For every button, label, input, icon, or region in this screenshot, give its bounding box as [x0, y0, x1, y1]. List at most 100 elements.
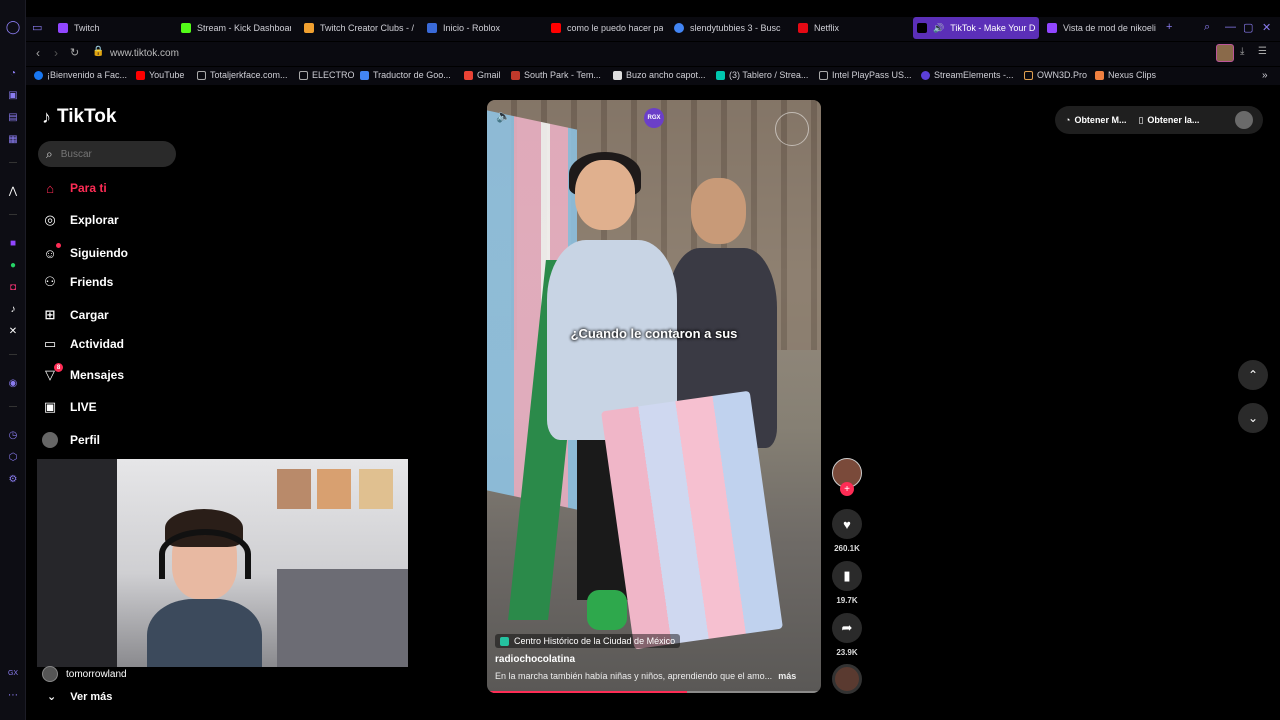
- tab-twitch[interactable]: Twitch: [54, 17, 172, 39]
- bookmark-item[interactable]: Intel PlayPass US...: [819, 70, 912, 80]
- avatar[interactable]: [1235, 111, 1253, 129]
- nav-profile[interactable]: Perfil: [42, 432, 100, 448]
- bookmark-item[interactable]: South Park - Tem...: [511, 70, 601, 80]
- close-icon[interactable]: ✕: [1262, 21, 1271, 34]
- share-button[interactable]: ➦: [832, 613, 862, 643]
- more-link[interactable]: más: [778, 671, 796, 681]
- kick-favicon-icon: [181, 23, 191, 33]
- next-video-button[interactable]: ⌄: [1238, 403, 1268, 433]
- profile-avatar[interactable]: [1216, 44, 1234, 62]
- tab-creator-clubs[interactable]: Twitch Creator Clubs - /: [300, 17, 416, 39]
- bookmark-label: Intel PlayPass US...: [832, 70, 912, 80]
- twitch-sidebar-icon[interactable]: ▤: [6, 110, 20, 124]
- workspaces-icon[interactable]: ▣: [6, 88, 20, 102]
- bookmark-item[interactable]: Totaljerkface.com...: [197, 70, 288, 80]
- tab-roblox[interactable]: Inicio - Roblox: [423, 17, 539, 39]
- page-icon: [819, 70, 828, 80]
- tab-google[interactable]: slendytubbies 3 - Busc: [670, 17, 786, 39]
- bookmark-item[interactable]: Nexus Clips: [1095, 70, 1156, 80]
- twitch-icon[interactable]: ■: [6, 236, 20, 250]
- rgx-badge: RGX: [644, 108, 664, 128]
- see-more-button[interactable]: ⌄ Ver más: [47, 690, 112, 704]
- settings-icon[interactable]: ⚙: [6, 472, 20, 486]
- nav-upload[interactable]: ⊞ Cargar: [42, 307, 109, 323]
- get-coins-button[interactable]: ◔ Obtener M...: [1065, 115, 1126, 125]
- instagram-icon[interactable]: ◘: [6, 280, 20, 294]
- get-app-button[interactable]: ▯ Obtener la...: [1138, 115, 1199, 126]
- bookmark-item[interactable]: StreamElements -...: [921, 70, 1014, 80]
- bookmark-item[interactable]: (3) Tablero / Strea...: [716, 70, 808, 80]
- nav-following[interactable]: ☺ Siguiendo: [42, 243, 128, 261]
- download-icon[interactable]: ⤓: [1240, 46, 1244, 57]
- bookmark-item[interactable]: ELECTRO: [299, 70, 355, 80]
- search-bar[interactable]: ⌕: [38, 141, 176, 167]
- save-button[interactable]: ▮: [832, 561, 862, 591]
- search-input[interactable]: [60, 148, 161, 160]
- search-tabs-icon[interactable]: ⌕: [1204, 21, 1210, 34]
- music-disc-icon[interactable]: [832, 664, 862, 694]
- nav-live[interactable]: ▣ LIVE: [42, 399, 97, 415]
- tiktok-logo-text: TikTok: [57, 106, 117, 127]
- tab-youtube[interactable]: como le puedo hacer pa: [547, 17, 663, 39]
- tab-kick[interactable]: Stream - Kick Dashboar: [177, 17, 291, 39]
- location-tag[interactable]: Centro Histórico de la Ciudad de México: [495, 634, 681, 648]
- bookmarks-overflow-icon[interactable]: »: [1262, 70, 1268, 81]
- bookmark-item[interactable]: Gmail: [464, 70, 501, 80]
- whatsapp-icon[interactable]: ●: [6, 258, 20, 272]
- tiktok-sidebar-icon[interactable]: ♪: [6, 302, 20, 316]
- new-tab-icon[interactable]: +: [1166, 21, 1172, 33]
- bookmarks-bar: ¡Bienvenido a Fac... YouTube Totaljerkfa…: [26, 67, 1280, 85]
- following-account[interactable]: tomorrowland: [42, 666, 127, 682]
- reload-icon[interactable]: ↻: [70, 46, 79, 59]
- tab-netflix[interactable]: Netflix: [794, 17, 910, 39]
- follow-plus-icon[interactable]: +: [840, 482, 854, 496]
- video-player[interactable]: 🔈 RGX ¿Cuando le contaron a sus Centro H…: [487, 100, 821, 693]
- arrow-up-icon[interactable]: ⋀: [6, 184, 20, 198]
- player-icon[interactable]: ◉: [6, 376, 20, 390]
- tiktok-logo[interactable]: ♪ TikTok: [42, 106, 116, 128]
- tab-menu-icon[interactable]: ▭: [32, 21, 42, 34]
- video-author[interactable]: radiochocolatina: [495, 654, 575, 665]
- tab-tiktok[interactable]: 🔊 TikTok - Make Your D: [913, 17, 1039, 39]
- home-icon: ⌂: [46, 180, 54, 196]
- aria-icon[interactable]: ◔: [6, 66, 20, 80]
- bookmark-label: Totaljerkface.com...: [210, 70, 288, 80]
- opera-logo-icon[interactable]: ◯: [6, 19, 21, 34]
- bookmark-item[interactable]: YouTube: [136, 70, 184, 80]
- volume-icon[interactable]: 🔈: [496, 109, 511, 123]
- nav-for-you[interactable]: ⌂ Para ti: [42, 180, 107, 196]
- nav-activity[interactable]: ▭ Actividad: [42, 336, 124, 352]
- nav-friends[interactable]: ⚇ Friends: [42, 274, 113, 290]
- streamelements-icon: [921, 70, 930, 80]
- nav-label: Mensajes: [70, 368, 125, 382]
- search-icon[interactable]: ⌕: [46, 147, 53, 162]
- bookmark-item[interactable]: OWN3D.Pro: [1024, 70, 1087, 80]
- gx-icon[interactable]: GX: [6, 666, 20, 680]
- bookmark-item[interactable]: Traductor de Goo...: [360, 70, 451, 80]
- x-icon[interactable]: ✕: [6, 324, 20, 338]
- like-button[interactable]: ♥: [832, 509, 862, 539]
- back-icon[interactable]: ‹: [36, 46, 40, 60]
- tab-mod-view[interactable]: Vista de mod de nikoeli: [1043, 17, 1159, 39]
- url-field[interactable]: www.tiktok.com: [110, 48, 179, 59]
- previous-video-button[interactable]: ⌃: [1238, 360, 1268, 390]
- nav-label: Para ti: [70, 181, 107, 195]
- speaker-icon[interactable]: 🔊: [933, 23, 944, 34]
- more-icon[interactable]: ⋯: [6, 688, 20, 702]
- bookmark-item[interactable]: ¡Bienvenido a Fac...: [34, 70, 127, 80]
- forward-icon[interactable]: ›: [54, 46, 58, 60]
- nav-explore[interactable]: ◎ Explorar: [42, 212, 118, 228]
- bookmark-item[interactable]: Buzo ancho capot...: [613, 70, 706, 80]
- history-icon[interactable]: ◷: [6, 428, 20, 442]
- minimize-icon[interactable]: —: [1225, 21, 1236, 33]
- menu-icon[interactable]: ☰: [1258, 46, 1267, 57]
- maximize-icon[interactable]: ▢: [1243, 21, 1253, 34]
- progress-fill[interactable]: [487, 691, 688, 693]
- tab-bar: ▭ Twitch Stream - Kick Dashboar Twitch C…: [26, 17, 1280, 41]
- mail-icon[interactable]: ▦: [6, 132, 20, 146]
- nexus-icon: [1095, 70, 1104, 80]
- nav-messages[interactable]: ▽ 8 Mensajes: [42, 363, 125, 383]
- extensions-icon[interactable]: ⬡: [6, 450, 20, 464]
- sidebar-divider: [9, 354, 17, 355]
- youtube-icon: [136, 70, 145, 80]
